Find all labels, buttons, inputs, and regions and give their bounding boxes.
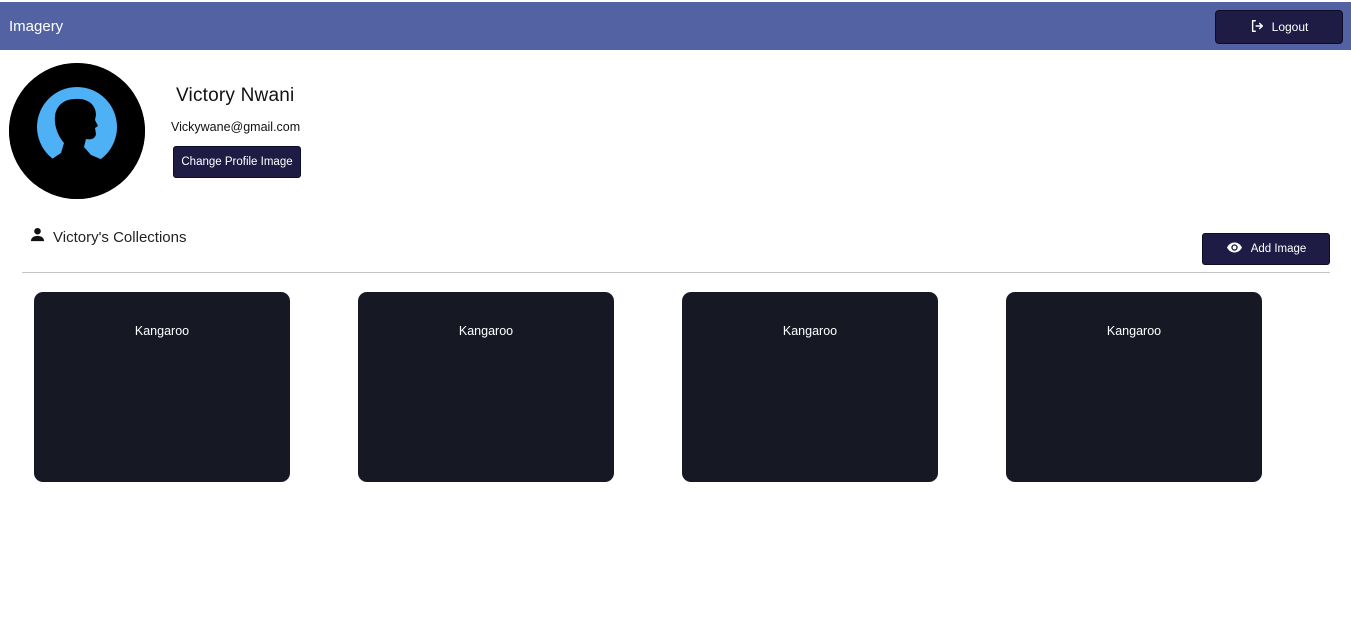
user-silhouette-icon <box>9 63 145 199</box>
collections-title: Victory's Collections <box>53 228 187 246</box>
section-divider <box>22 272 1330 273</box>
person-icon <box>30 227 45 247</box>
collection-card[interactable]: Kangaroo <box>1006 292 1262 482</box>
top-navbar: Imagery Logout <box>0 2 1351 50</box>
collections-header: Victory's Collections <box>30 227 186 247</box>
add-image-label: Add Image <box>1250 243 1307 255</box>
collection-card-title: Kangaroo <box>782 324 838 338</box>
logout-icon <box>1250 19 1264 36</box>
change-profile-image-button[interactable]: Change Profile Image <box>173 146 301 178</box>
collection-card[interactable]: Kangaroo <box>34 292 290 482</box>
logout-label: Logout <box>1271 20 1309 34</box>
collection-card-title: Kangaroo <box>1106 324 1162 338</box>
collection-card-title: Kangaroo <box>458 324 514 338</box>
profile-avatar <box>9 63 145 199</box>
logout-button[interactable]: Logout <box>1215 10 1343 44</box>
profile-email: Vickywane@gmail.com <box>171 120 301 134</box>
profile-name: Victory Nwani <box>176 85 295 106</box>
collection-card[interactable]: Kangaroo <box>358 292 614 482</box>
collection-card[interactable]: Kangaroo <box>682 292 938 482</box>
brand-title[interactable]: Imagery <box>9 18 63 35</box>
eye-icon <box>1226 239 1243 259</box>
collection-card-title: Kangaroo <box>134 324 190 338</box>
add-image-button[interactable]: Add Image <box>1202 233 1330 265</box>
